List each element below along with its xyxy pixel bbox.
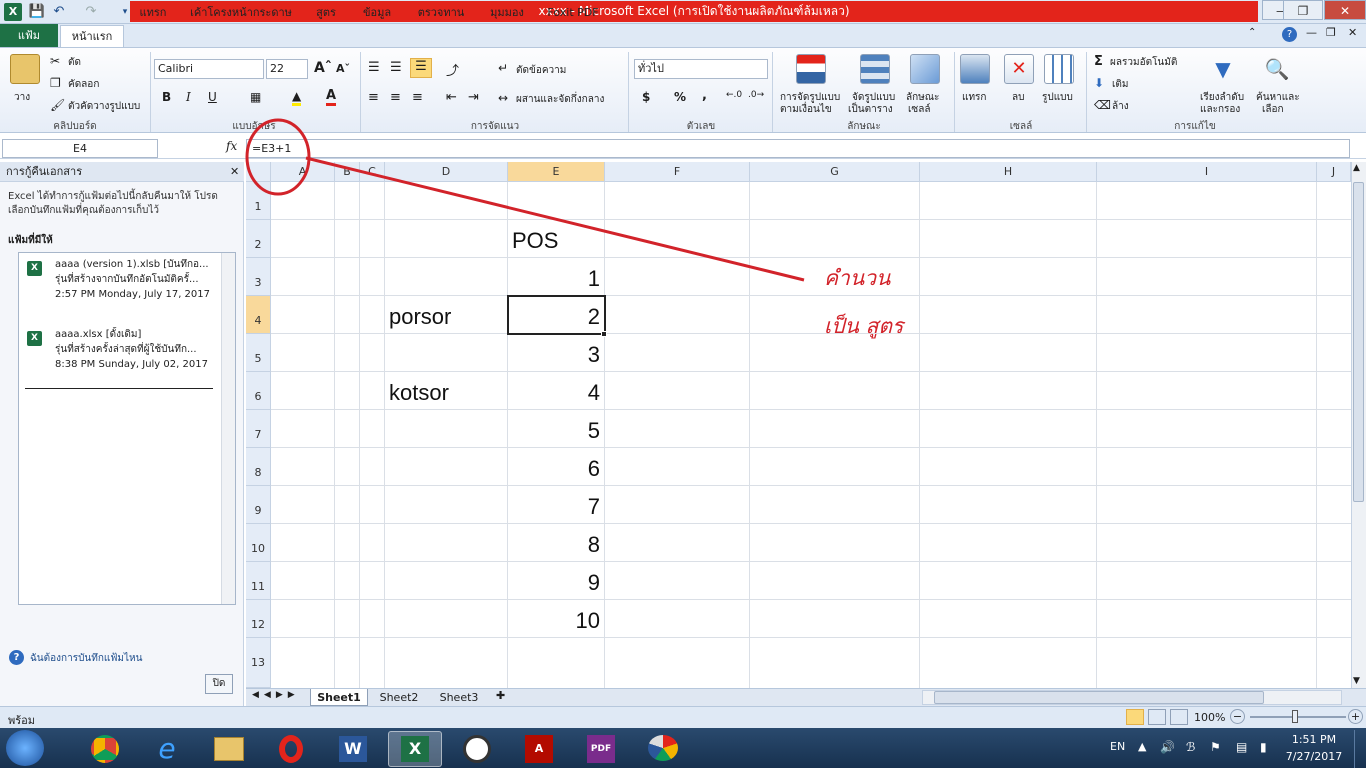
- volume-icon[interactable]: 🔊: [1160, 740, 1175, 754]
- word-icon[interactable]: W: [326, 731, 380, 767]
- page-break-view-icon[interactable]: [1170, 709, 1188, 725]
- show-desktop-button[interactable]: [1354, 730, 1366, 768]
- scroll-up-arrow-icon[interactable]: ▲: [1353, 163, 1360, 173]
- normal-view-icon[interactable]: [1126, 709, 1144, 725]
- battery-icon[interactable]: ▮: [1260, 740, 1267, 754]
- vertical-scroll-thumb[interactable]: [1353, 182, 1364, 502]
- sheet-tab-1[interactable]: Sheet1: [310, 689, 368, 706]
- zoom-slider-thumb[interactable]: [1292, 710, 1298, 723]
- sheet-tab-2[interactable]: Sheet2: [372, 689, 426, 706]
- annotation-arrow-line: [305, 156, 805, 282]
- sheet-tab-3[interactable]: Sheet3: [432, 689, 486, 706]
- insert-sheet-icon[interactable]: ✚: [496, 689, 505, 702]
- horizontal-scroll-thumb[interactable]: [934, 691, 1264, 704]
- zoom-out-icon[interactable]: −: [1230, 709, 1245, 724]
- annotation-circle: [245, 118, 311, 196]
- sheet-nav-arrows-icon[interactable]: ◀◀▶▶: [252, 690, 300, 700]
- paint-icon[interactable]: [636, 731, 690, 767]
- status-ready: พร้อม: [8, 714, 36, 727]
- network-icon[interactable]: ▤: [1236, 740, 1247, 754]
- annotation-overlay: [245, 118, 805, 282]
- zoom-in-icon[interactable]: +: [1348, 709, 1363, 724]
- page-layout-view-icon[interactable]: [1148, 709, 1166, 725]
- scroll-down-arrow-icon[interactable]: ▼: [1353, 676, 1360, 686]
- annotation-text-line1: คำนวน: [824, 266, 891, 290]
- acrobat-icon[interactable]: A: [512, 731, 566, 767]
- opera-icon[interactable]: [264, 731, 318, 767]
- bluetooth-icon[interactable]: ℬ: [1186, 740, 1195, 754]
- start-button-icon[interactable]: [6, 730, 44, 766]
- annotation-text-line2: เป็น สูตร: [824, 314, 904, 338]
- internet-explorer-icon[interactable]: e: [140, 731, 194, 767]
- zoom-slider[interactable]: [1250, 716, 1346, 718]
- clock-time[interactable]: 1:51 PM: [1284, 733, 1344, 746]
- tray-chevron-icon[interactable]: ▲: [1138, 740, 1146, 753]
- action-center-icon[interactable]: ⚑: [1210, 740, 1221, 754]
- chrome-icon[interactable]: [78, 731, 132, 767]
- foxit-pdf-icon[interactable]: PDF: [574, 731, 628, 767]
- clock-date[interactable]: 7/27/2017: [1284, 750, 1344, 763]
- excel-icon[interactable]: X: [388, 731, 442, 767]
- clock-app-icon[interactable]: [450, 731, 504, 767]
- zoom-level[interactable]: 100%: [1194, 711, 1225, 724]
- file-explorer-icon[interactable]: [202, 731, 256, 767]
- language-indicator[interactable]: EN: [1110, 740, 1125, 753]
